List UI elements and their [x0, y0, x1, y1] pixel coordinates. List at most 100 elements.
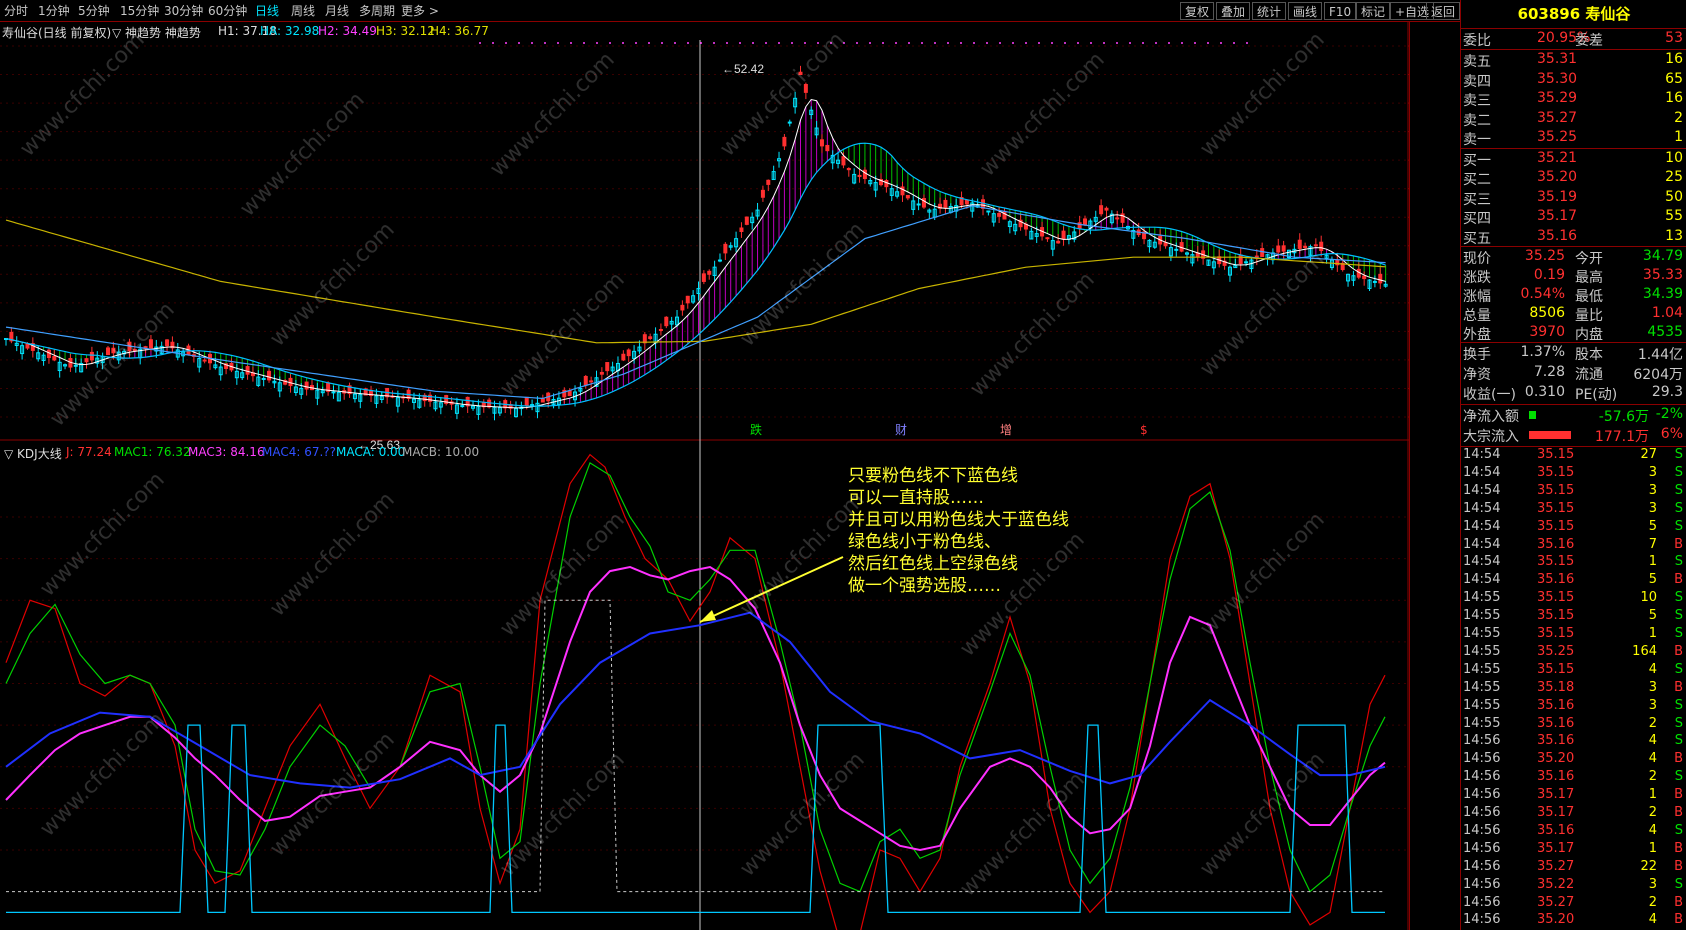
signal-dot	[1194, 42, 1196, 44]
tick-row[interactable]: 14:55 35.16 2 S	[1461, 716, 1686, 734]
stat-value: 0.310	[1524, 384, 1565, 400]
stat-row: 现价 35.25 今开 34.79	[1461, 247, 1686, 267]
kdj-name[interactable]: ▽ KDJ大线	[4, 445, 62, 462]
signal-dot	[921, 42, 923, 44]
stat-label: 最低	[1575, 289, 1603, 305]
tick-row[interactable]: 14:55 35.15 5 S	[1461, 608, 1686, 626]
stat-value: 4535	[1647, 324, 1683, 340]
period-tab-5[interactable]: 60分钟	[208, 3, 247, 19]
chart-canvas[interactable]: 52.0050.0048.0046.0044.0042.0040.0038.00…	[0, 22, 1410, 930]
candle-body	[621, 353, 626, 361]
period-tab-8[interactable]: 月线	[325, 3, 349, 19]
tick-row[interactable]: 14:55 35.15 10 S	[1461, 590, 1686, 608]
stat-row: 收益(一) 0.310 PE(动) 29.3	[1461, 383, 1686, 403]
signal-dot	[934, 42, 936, 44]
signal-dot	[635, 42, 637, 44]
period-tab-1[interactable]: 1分钟	[38, 3, 70, 19]
tick-row[interactable]: 14:55 35.18 3 B	[1461, 680, 1686, 698]
tick-row[interactable]: 14:54 35.15 3 S	[1461, 465, 1686, 483]
bid-volume: 13	[1665, 227, 1683, 244]
ask-price: 35.29	[1537, 90, 1578, 107]
tick-row[interactable]: 14:56 35.27 2 B	[1461, 895, 1686, 913]
tick-row[interactable]: 14:56 35.20 4 B	[1461, 912, 1686, 930]
tick-side: S	[1674, 769, 1683, 785]
flow-pct: 6%	[1660, 426, 1683, 442]
candle-body	[1260, 248, 1265, 257]
tick-side: S	[1674, 464, 1683, 480]
tick-row[interactable]: 14:56 35.16 4 S	[1461, 823, 1686, 841]
tick-price: 35.15	[1537, 554, 1575, 570]
tick-time: 14:55	[1463, 643, 1501, 659]
tick-volume: 1	[1648, 554, 1657, 570]
chart-area[interactable]: 52.0050.0048.0046.0044.0042.0040.0038.00…	[0, 22, 1410, 930]
tick-time: 14:54	[1463, 572, 1501, 588]
signal-dot	[960, 42, 962, 44]
tick-row[interactable]: 14:56 35.17 2 B	[1461, 805, 1686, 823]
ask-price: 35.30	[1537, 70, 1578, 87]
tick-row[interactable]: 14:56 35.16 4 S	[1461, 733, 1686, 751]
tick-row[interactable]: 14:54 35.15 5 S	[1461, 519, 1686, 537]
tick-volume: 10	[1640, 590, 1657, 606]
candle-body	[723, 243, 728, 254]
candle-body	[664, 316, 669, 327]
tick-row[interactable]: 14:55 35.25 164 B	[1461, 644, 1686, 662]
tick-row[interactable]: 14:54 35.16 7 B	[1461, 537, 1686, 555]
annotation-line-3: 绿色线小于粉色线、	[848, 532, 1001, 552]
tick-price: 35.20	[1537, 751, 1575, 767]
candle-body	[707, 270, 712, 275]
candle-body	[530, 404, 535, 407]
signal-dot	[778, 42, 780, 44]
toolbar-button-1[interactable]: 叠加	[1216, 2, 1251, 20]
tick-row[interactable]: 14:56 35.22 3 S	[1461, 877, 1686, 895]
tick-side: S	[1674, 554, 1683, 570]
period-tab-7[interactable]: 周线	[291, 3, 315, 19]
weicha-value: 53	[1665, 30, 1683, 46]
tick-row[interactable]: 14:54 35.16 5 B	[1461, 572, 1686, 590]
toolbar-button-5[interactable]: 标记	[1356, 2, 1391, 20]
tick-price: 35.15	[1537, 482, 1575, 498]
period-tab-3[interactable]: 15分钟	[120, 3, 159, 19]
tick-row[interactable]: 14:54 35.15 1 S	[1461, 554, 1686, 572]
period-tab-9[interactable]: 多周期	[359, 3, 395, 19]
toolbar-button-7[interactable]: 返回	[1426, 2, 1461, 20]
tick-row[interactable]: 14:56 35.17 1 B	[1461, 787, 1686, 805]
tick-side: S	[1674, 447, 1683, 462]
period-tab-6[interactable]: 日线	[255, 3, 279, 19]
signal-dot	[1090, 42, 1092, 44]
stat-label: 量比	[1575, 308, 1603, 324]
toolbar-button-3[interactable]: 画线	[1288, 2, 1323, 20]
signal-dot	[1103, 42, 1105, 44]
tick-row[interactable]: 14:56 35.20 4 B	[1461, 751, 1686, 769]
tick-row[interactable]: 14:56 35.27 22 B	[1461, 859, 1686, 877]
tick-time: 14:54	[1463, 500, 1501, 516]
toolbar-button-2[interactable]: 统计	[1252, 2, 1287, 20]
tick-row[interactable]: 14:55 35.16 3 S	[1461, 698, 1686, 716]
tick-time: 14:54	[1463, 447, 1501, 462]
toolbar-button-4[interactable]: F10	[1324, 2, 1357, 20]
tick-side: B	[1674, 805, 1683, 820]
candle-body	[1104, 207, 1109, 211]
tick-row[interactable]: 14:54 35.15 27 S	[1461, 447, 1686, 465]
tick-row[interactable]: 14:56 35.17 1 B	[1461, 841, 1686, 859]
period-tab-4[interactable]: 30分钟	[164, 3, 203, 19]
candle-body	[841, 156, 846, 166]
candle-body	[304, 381, 309, 390]
tick-row[interactable]: 14:55 35.15 1 S	[1461, 626, 1686, 644]
tick-side: S	[1674, 608, 1683, 624]
tick-row[interactable]: 14:54 35.15 3 S	[1461, 501, 1686, 519]
kdj-pink-line	[5, 565, 1386, 852]
tick-row[interactable]: 14:56 35.16 2 S	[1461, 769, 1686, 787]
tick-row[interactable]: 14:55 35.15 4 S	[1461, 662, 1686, 680]
period-tab-10[interactable]: 更多 >	[401, 3, 439, 19]
flow-pct: -2%	[1655, 406, 1683, 422]
stat-label: 总量	[1463, 308, 1491, 324]
tick-volume: 27	[1640, 447, 1657, 462]
period-tab-2[interactable]: 5分钟	[78, 3, 110, 19]
tick-row[interactable]: 14:54 35.15 3 S	[1461, 483, 1686, 501]
period-tab-0[interactable]: 分时	[4, 3, 28, 19]
toolbar-button-0[interactable]: 复权	[1180, 2, 1215, 20]
ma20-line	[5, 142, 1386, 407]
signal-dot	[518, 42, 520, 44]
candle-body	[905, 194, 910, 199]
tick-volume: 164	[1632, 643, 1657, 659]
